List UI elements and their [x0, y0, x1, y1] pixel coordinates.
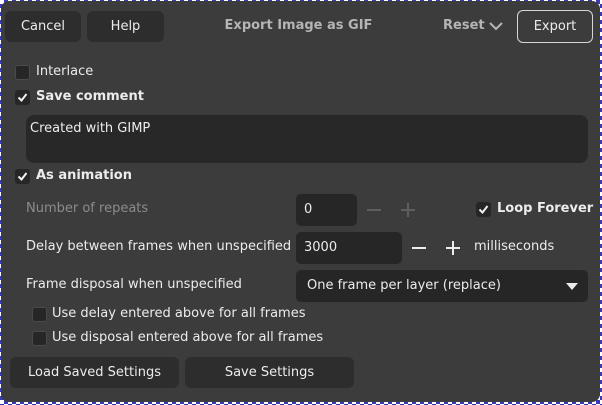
save-comment-checkbox[interactable] [15, 90, 30, 105]
check-icon [17, 93, 28, 103]
loop-forever-label: Loop Forever [497, 201, 594, 216]
use-disposal-label: Use disposal entered above for all frame… [52, 330, 324, 345]
export-button[interactable]: Export [517, 10, 593, 43]
reset-button[interactable]: Reset [443, 18, 503, 33]
disposal-label: Frame disposal when unspecified [26, 277, 242, 292]
repeats-minus-icon[interactable] [363, 199, 385, 221]
save-settings-button[interactable]: Save Settings [185, 357, 354, 388]
loop-forever-checkbox[interactable] [476, 202, 491, 217]
as-animation-label: As animation [36, 168, 132, 183]
comment-textarea[interactable]: Created with GIMP [26, 115, 588, 163]
delay-value: 3000 [304, 240, 338, 255]
use-delay-checkbox[interactable] [32, 307, 47, 322]
cancel-button-label: Cancel [20, 19, 66, 34]
load-saved-settings-label: Load Saved Settings [28, 365, 161, 380]
save-comment-label: Save comment [36, 89, 144, 104]
chevron-down-icon [566, 283, 578, 290]
export-button-label: Export [533, 19, 577, 34]
delay-input[interactable]: 3000 [296, 232, 402, 264]
save-settings-label: Save Settings [224, 365, 315, 380]
chevron-down-icon [488, 22, 503, 31]
help-button[interactable]: Help [87, 11, 164, 42]
delay-minus-icon[interactable] [408, 237, 430, 259]
cancel-button[interactable]: Cancel [5, 11, 81, 42]
load-saved-settings-button[interactable]: Load Saved Settings [10, 357, 179, 388]
help-button-label: Help [110, 19, 141, 34]
repeats-input[interactable]: 0 [296, 194, 357, 226]
reset-button-label: Reset [443, 18, 485, 33]
interlace-checkbox[interactable] [15, 65, 30, 80]
disposal-dropdown[interactable]: One frame per layer (replace) [296, 270, 588, 302]
delay-label: Delay between frames when unspecified [26, 239, 292, 254]
use-disposal-checkbox[interactable] [32, 331, 47, 346]
check-icon [17, 172, 28, 182]
disposal-selected-value: One frame per layer (replace) [307, 278, 501, 293]
dialog-title: Export Image as GIF [224, 18, 373, 33]
repeats-value: 0 [304, 202, 313, 217]
interlace-label: Interlace [36, 64, 94, 79]
export-gif-dialog: Cancel Help Export Image as GIF Reset Ex… [1, 1, 600, 402]
use-delay-label: Use delay entered above for all frames [52, 306, 306, 321]
delay-unit-label: milliseconds [474, 239, 555, 254]
comment-text: Created with GIMP [30, 121, 151, 136]
repeats-label: Number of repeats [26, 201, 149, 216]
as-animation-checkbox[interactable] [15, 169, 30, 184]
delay-plus-icon[interactable] [442, 237, 464, 259]
repeats-plus-icon[interactable] [397, 199, 419, 221]
check-icon [478, 205, 489, 215]
